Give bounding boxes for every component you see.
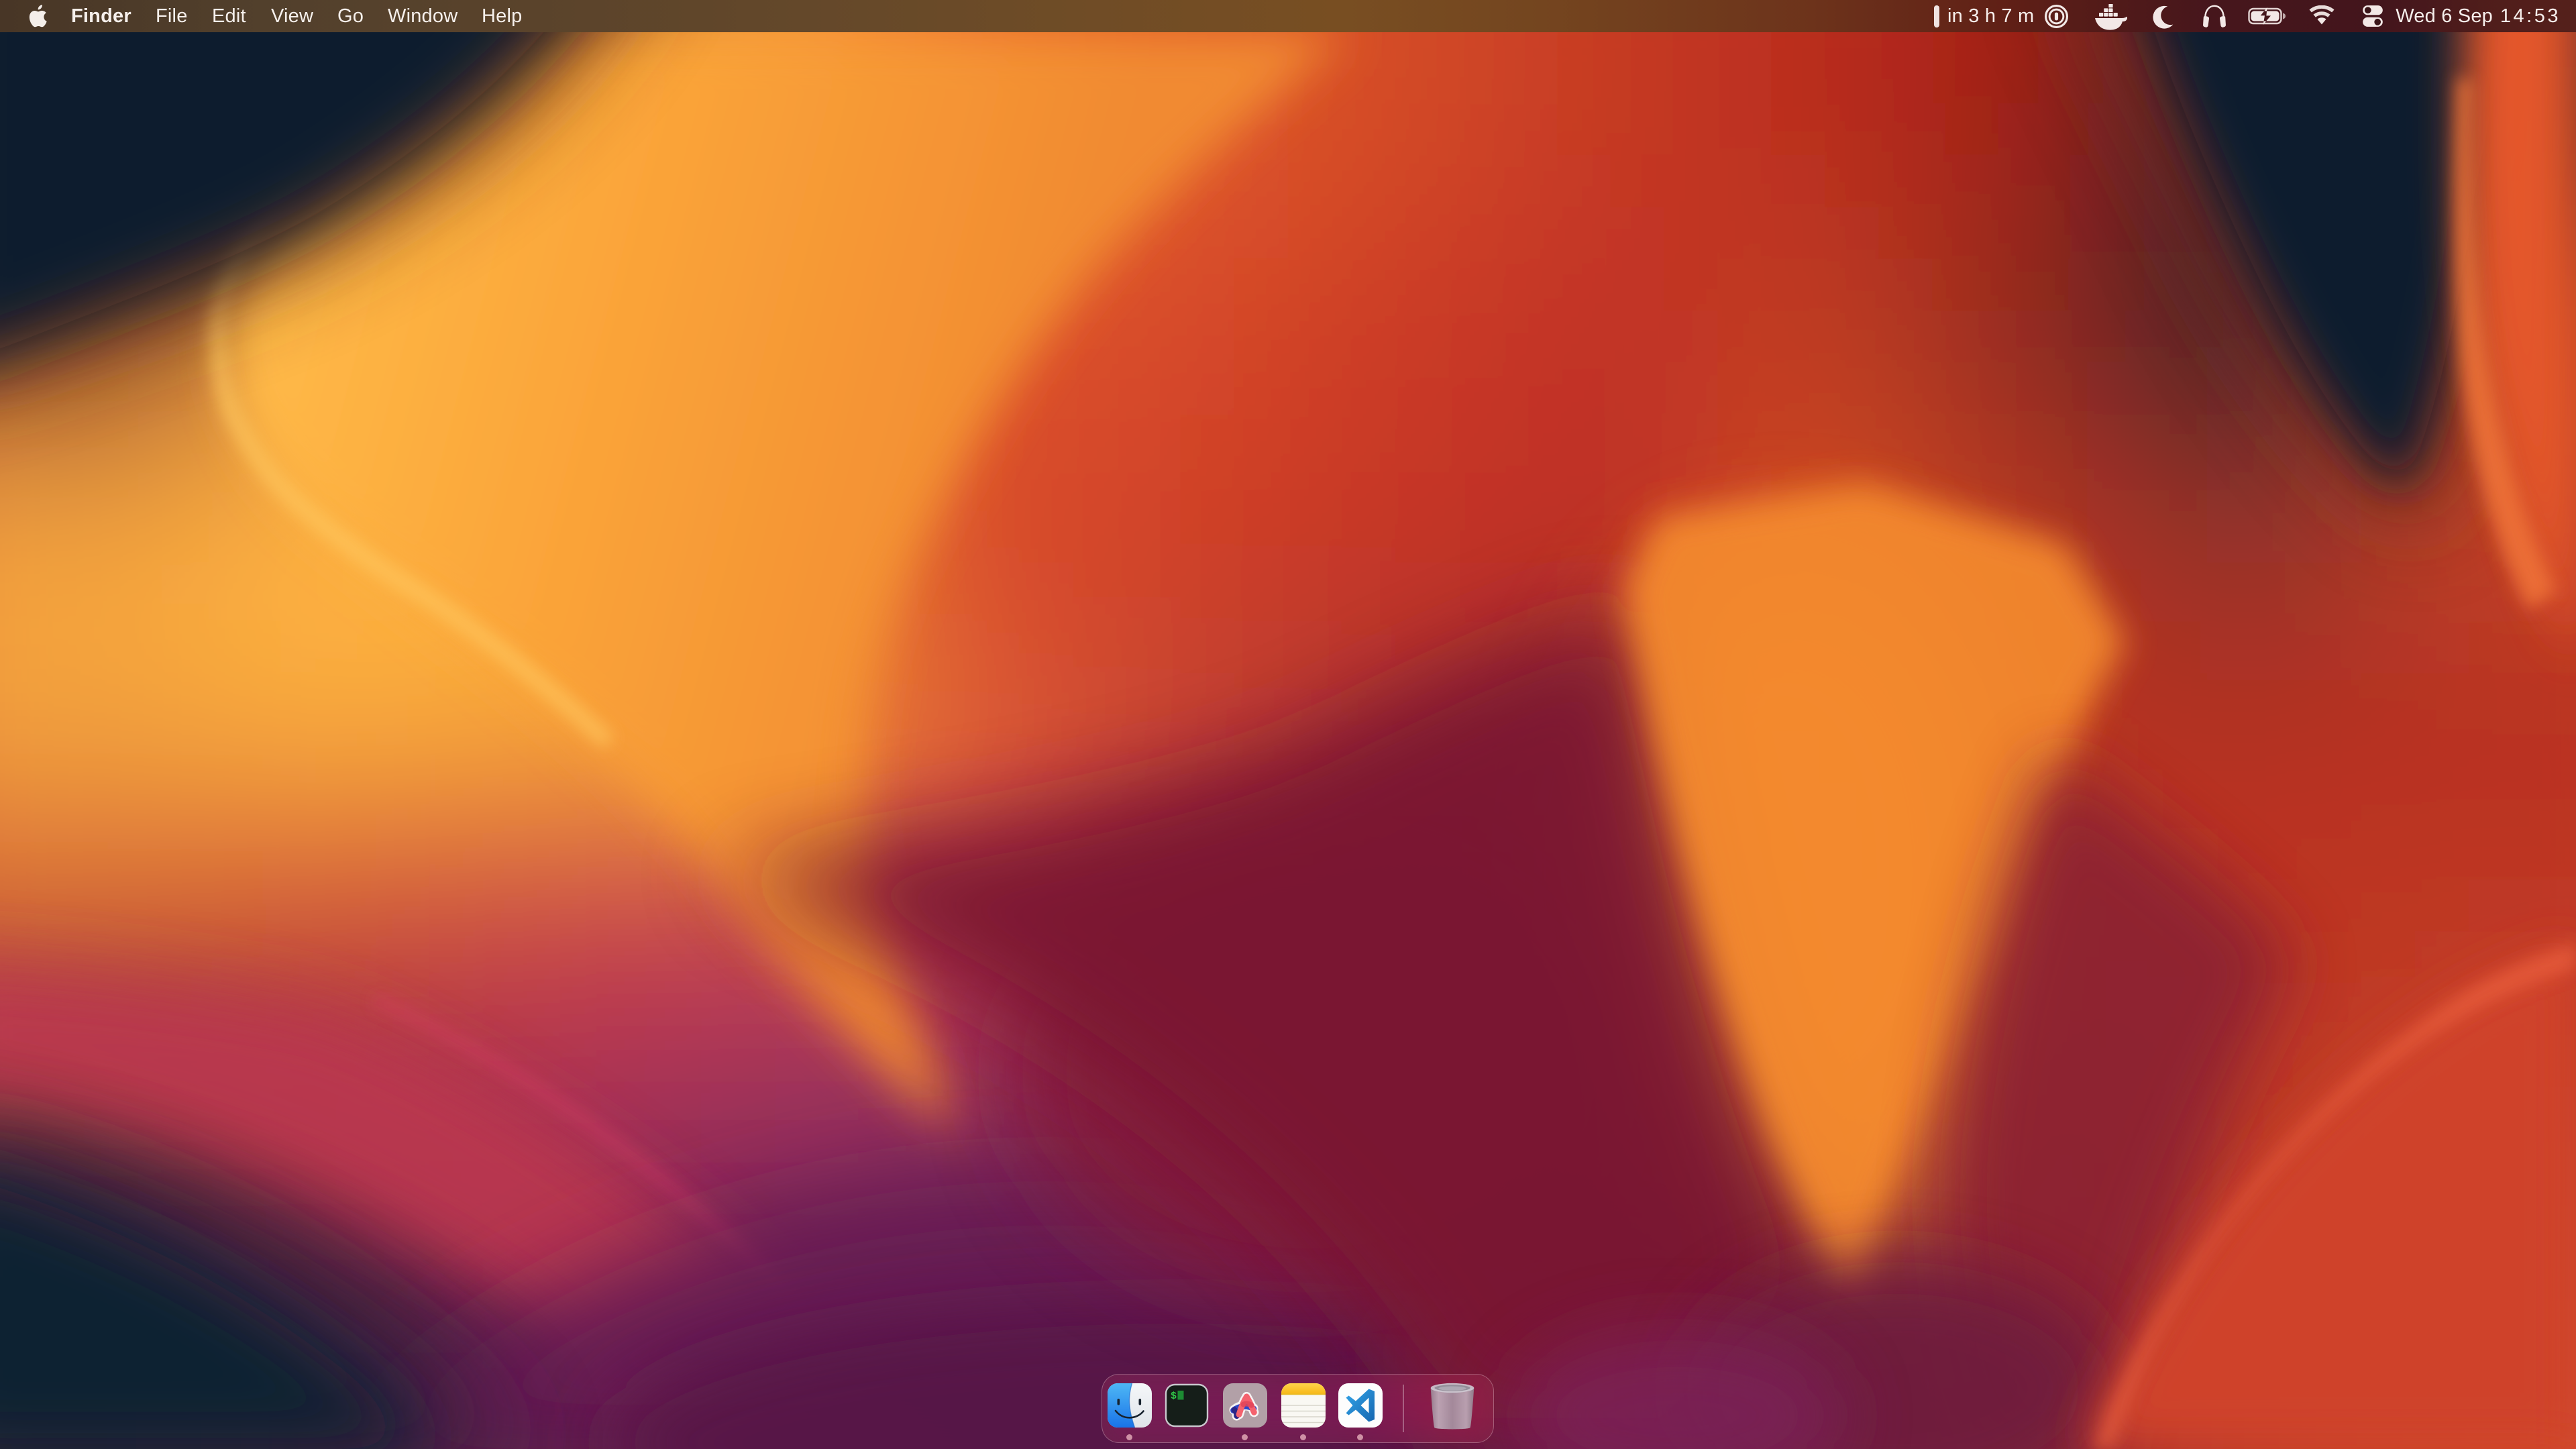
svg-text:$: $ (1171, 1391, 1177, 1402)
